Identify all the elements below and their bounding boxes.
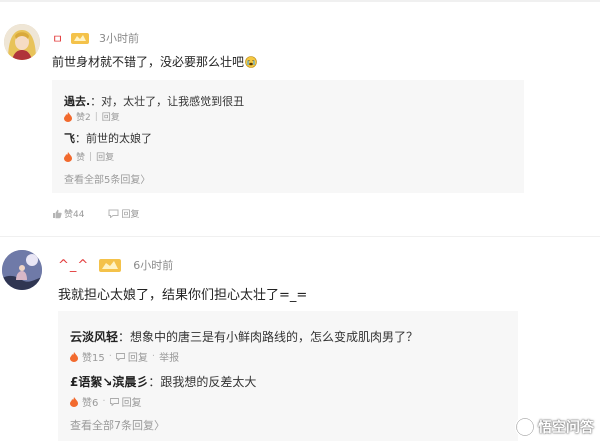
comment-text: 前世身材就不错了，没必要那么壮吧 <box>52 53 257 70</box>
like-count[interactable]: 赞2 <box>76 110 91 123</box>
reply-username[interactable]: 過去. <box>64 95 90 108</box>
reply-actions: 赞 | 回复 <box>64 150 114 163</box>
reply-item: £语絮↘滨晨彡：跟我想的反差太大 <box>70 373 256 390</box>
reply-link[interactable]: 回复 <box>96 150 114 163</box>
reply-username[interactable]: £语絮↘滨晨彡 <box>70 375 148 389</box>
reply-link[interactable]: 回复 <box>128 349 148 364</box>
reply-list: 云淡风轻：想象中的唐三是有小鲜肉路线的，怎么变成肌肉男了？ 赞15 · 回复 ·… <box>58 311 518 441</box>
avatar[interactable] <box>2 250 42 290</box>
reply-text: ：跟我想的反差太大 <box>148 375 257 389</box>
reply-bubble-icon[interactable] <box>115 352 125 361</box>
comment-meta: ㅁ 3小时前 <box>52 30 140 47</box>
reply-actions: 赞2 | 回复 <box>64 110 120 123</box>
reply-text: ：前世的太娘了 <box>75 132 152 145</box>
comment-time: 3小时前 <box>99 32 140 45</box>
watermark: 悟空问答 <box>515 417 594 437</box>
reply-list: 過去.：对，太壮了，让我感觉到很丑 赞2 | 回复 飞：前世的太娘了 赞 | 回… <box>52 80 524 193</box>
separator: | <box>89 151 93 162</box>
fire-like-icon[interactable] <box>64 151 72 162</box>
avatar[interactable] <box>4 24 40 60</box>
footer-reply-link[interactable]: 回复 <box>121 207 139 220</box>
crying-emoji-icon <box>245 55 257 68</box>
level-badge-icon <box>71 32 90 44</box>
fire-like-icon[interactable] <box>70 396 78 407</box>
thumbs-up-icon[interactable] <box>52 209 62 219</box>
view-all-replies-link[interactable]: 查看全部5条回复〉 <box>64 171 150 186</box>
comment-text: 我就担心太娘了，结果你们担心太壮了=_= <box>58 288 308 303</box>
separator: · <box>102 396 106 407</box>
reply-username[interactable]: 云淡风轻 <box>70 330 118 344</box>
separator: · <box>151 351 156 362</box>
fire-like-icon[interactable] <box>70 351 78 362</box>
reply-username[interactable]: 飞 <box>64 132 75 145</box>
comment-time: 6小时前 <box>133 259 174 272</box>
reply-text: ：想象中的唐三是有小鲜肉路线的，怎么变成肌肉男了？ <box>118 330 419 344</box>
like-count[interactable]: 赞 <box>76 150 85 163</box>
reply-actions: 赞15 · 回复 · 举报 <box>70 349 179 364</box>
reply-text: ：对，太壮了，让我感觉到很丑 <box>90 95 245 108</box>
reply-item: 云淡风轻：想象中的唐三是有小鲜肉路线的，怎么变成肌肉男了？ <box>70 328 418 345</box>
wukong-logo-icon <box>515 417 535 437</box>
reply-bubble-icon[interactable] <box>109 397 119 406</box>
reply-link[interactable]: 回复 <box>122 394 142 409</box>
reply-actions: 赞6 · 回复 <box>70 394 142 409</box>
comment-footer: 赞44 回复 <box>52 207 139 220</box>
like-count[interactable]: 赞15 <box>82 349 105 364</box>
separator: · <box>108 351 112 362</box>
username[interactable]: ㅁ <box>52 30 63 47</box>
separator: | <box>94 111 98 122</box>
username[interactable]: ^_^ <box>58 258 89 273</box>
level-badge-icon <box>99 258 122 272</box>
reply-item: 飞：前世的太娘了 <box>64 130 152 146</box>
comment-meta: ^_^ 6小时前 <box>58 258 174 273</box>
footer-like-count[interactable]: 赞44 <box>64 207 84 220</box>
watermark-text: 悟空问答 <box>538 420 594 436</box>
comment-bubble-icon[interactable] <box>108 209 119 218</box>
view-all-replies-link[interactable]: 查看全部7条回复〉 <box>70 417 165 433</box>
report-link[interactable]: 举报 <box>159 349 179 364</box>
reply-item: 過去.：对，太壮了，让我感觉到很丑 <box>64 93 244 109</box>
like-count[interactable]: 赞6 <box>82 394 98 409</box>
reply-link[interactable]: 回复 <box>102 110 120 123</box>
fire-like-icon[interactable] <box>64 111 72 122</box>
comment-divider <box>0 236 600 237</box>
